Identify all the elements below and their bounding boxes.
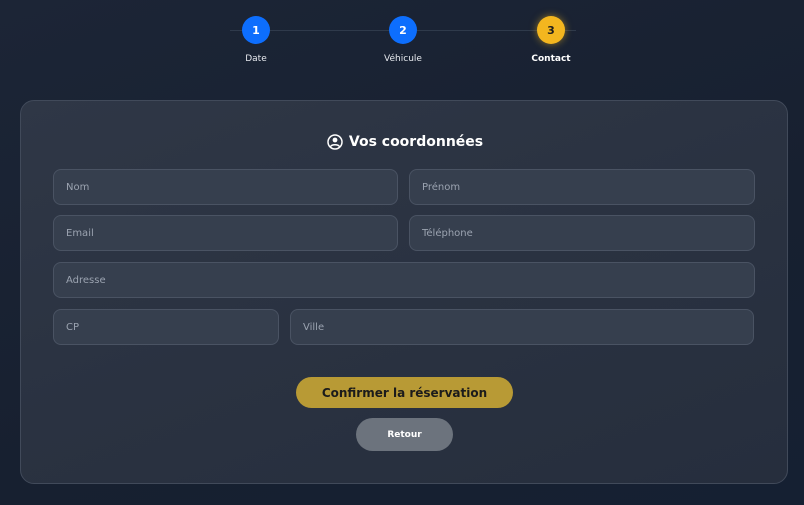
prenom-input[interactable] [409, 169, 755, 205]
step-date: 1 Date [196, 16, 316, 64]
contact-form-card: Vos coordonnées Confirmer la réservation… [20, 100, 788, 484]
cp-input[interactable] [53, 309, 279, 345]
adresse-input[interactable] [53, 262, 755, 298]
step-contact: 3 Contact [491, 16, 611, 64]
step-label: Véhicule [384, 54, 422, 64]
form-title-text: Vos coordonnées [348, 134, 484, 150]
confirm-reservation-button[interactable]: Confirmer la réservation [296, 377, 513, 408]
back-button[interactable]: Retour [356, 418, 453, 451]
email-input[interactable] [53, 215, 398, 251]
step-label: Date [245, 54, 267, 64]
progress-stepper: 1 Date 2 Véhicule 3 Contact [0, 0, 804, 90]
ville-input[interactable] [290, 309, 754, 345]
form-title: Vos coordonnées [21, 134, 789, 150]
step-number: 1 [242, 16, 270, 44]
telephone-input[interactable] [409, 215, 755, 251]
nom-input[interactable] [53, 169, 398, 205]
user-circle-icon [327, 134, 343, 150]
step-number: 2 [389, 16, 417, 44]
step-number: 3 [537, 16, 565, 44]
step-label: Contact [531, 54, 571, 64]
step-vehicule: 2 Véhicule [343, 16, 463, 64]
